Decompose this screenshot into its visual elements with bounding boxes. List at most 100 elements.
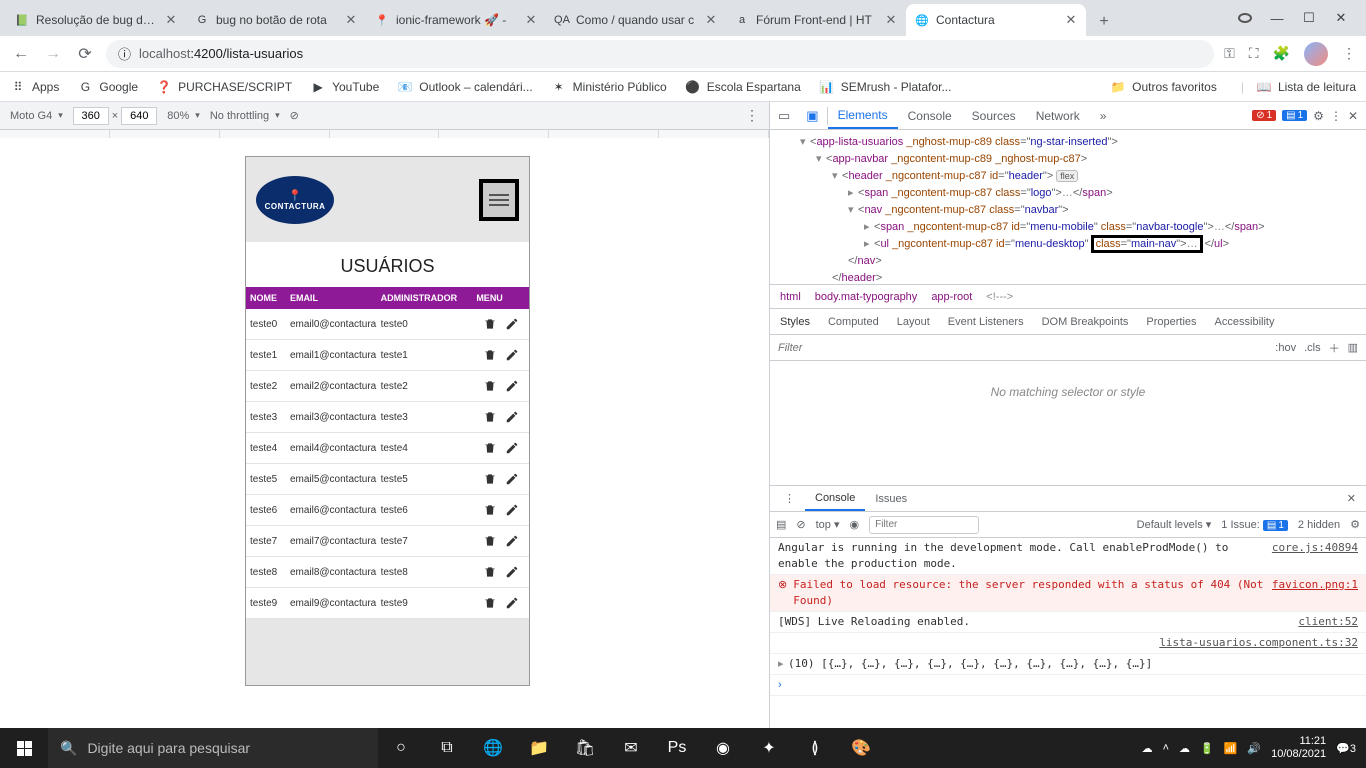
delete-icon[interactable]	[483, 565, 497, 579]
browser-tab[interactable]: Gbug no botão de rota✕	[186, 4, 366, 36]
more-tabs-icon[interactable]: »	[1090, 102, 1117, 129]
edit-icon[interactable]	[505, 317, 519, 331]
devtools-tab[interactable]: Network	[1026, 102, 1090, 129]
reading-list[interactable]: |📖Lista de leitura	[1235, 79, 1356, 95]
breadcrumb-item[interactable]: body.mat-typography	[815, 291, 918, 303]
close-window-icon[interactable]: ✕	[1334, 10, 1348, 26]
delete-icon[interactable]	[483, 410, 497, 424]
device-mode-icon[interactable]: ▣	[798, 102, 826, 129]
explorer-icon[interactable]: 📁	[516, 728, 562, 768]
sidebar-toggle-icon[interactable]: ▤	[776, 518, 786, 531]
settings-icon[interactable]: ⚙	[1313, 109, 1324, 123]
mail-icon[interactable]: ✉	[608, 728, 654, 768]
browser-tab[interactable]: 📍ionic-framework 🚀 - ✕	[366, 4, 546, 36]
console-body[interactable]: Angular is running in the development mo…	[770, 538, 1366, 728]
edit-icon[interactable]	[505, 596, 519, 610]
breadcrumb-item[interactable]: app-root	[931, 291, 972, 303]
context-select[interactable]: top ▾	[816, 518, 840, 531]
chrome-icon[interactable]: ◉	[700, 728, 746, 768]
delete-icon[interactable]	[483, 317, 497, 331]
panel-tab[interactable]: Event Listeners	[948, 316, 1024, 328]
issues-tab[interactable]: Issues	[865, 486, 917, 511]
delete-icon[interactable]	[483, 534, 497, 548]
tab-close-icon[interactable]: ✕	[1064, 13, 1078, 27]
drawer-more-icon[interactable]: ⋮	[774, 486, 805, 511]
device-height-input[interactable]	[121, 107, 157, 125]
panel-tab[interactable]: Computed	[828, 316, 879, 328]
console-source-link[interactable]: favicon.png:1	[1272, 577, 1358, 609]
computed-box-icon[interactable]: ▥	[1348, 341, 1358, 354]
browser-tab[interactable]: 📗Resolução de bug de n✕	[6, 4, 186, 36]
clear-console-icon[interactable]: ⊘	[796, 518, 805, 531]
delete-icon[interactable]	[483, 441, 497, 455]
minimize-icon[interactable]: —	[1270, 11, 1284, 26]
new-tab-button[interactable]: +	[1090, 8, 1118, 36]
bookmark-item[interactable]: 📊SEMrush - Platafor...	[819, 79, 952, 95]
wifi-icon[interactable]: 📶	[1224, 742, 1238, 755]
volume-icon[interactable]: 🔊	[1247, 742, 1261, 755]
console-source-link[interactable]: lista-usuarios.component.ts:32	[1159, 635, 1358, 651]
devtools-more-icon[interactable]: ⋮	[1330, 109, 1342, 123]
inspect-icon[interactable]: ▭	[770, 102, 798, 129]
maximize-icon[interactable]: ☐	[1302, 10, 1316, 26]
devtools-tab[interactable]: Elements	[828, 102, 898, 129]
bookmark-item[interactable]: ❓PURCHASE/SCRIPT	[156, 79, 292, 95]
live-expression-icon[interactable]: ◉	[850, 518, 860, 531]
start-button[interactable]	[0, 728, 48, 768]
zoom-select[interactable]: 80%	[167, 110, 200, 122]
other-bookmarks[interactable]: 📁Outros favoritos	[1110, 79, 1217, 95]
tab-close-icon[interactable]: ✕	[344, 13, 358, 27]
devtools-tab[interactable]: Sources	[962, 102, 1026, 129]
tab-close-icon[interactable]: ✕	[704, 13, 718, 27]
translate-icon[interactable]: ⛶	[1249, 45, 1259, 62]
bookmark-item[interactable]: ▶YouTube	[310, 79, 379, 95]
styles-filter-input[interactable]	[778, 342, 1267, 354]
tab-close-icon[interactable]: ✕	[524, 13, 538, 27]
error-badge[interactable]: ⊘ 1	[1252, 110, 1276, 121]
notification-icon[interactable]: 💬3	[1336, 742, 1356, 755]
add-rule-icon[interactable]: ＋	[1329, 340, 1340, 356]
log-levels-select[interactable]: Default levels ▾	[1137, 518, 1212, 531]
cortana-icon[interactable]: ○	[378, 728, 424, 768]
cls-toggle[interactable]: .cls	[1304, 342, 1321, 354]
delete-icon[interactable]	[483, 379, 497, 393]
console-tab[interactable]: Console	[805, 486, 865, 511]
clock[interactable]: 11:21 10/08/2021	[1271, 735, 1326, 761]
console-source-link[interactable]: client:52	[1298, 614, 1358, 630]
edit-icon[interactable]	[505, 534, 519, 548]
throttling-select[interactable]: No throttling	[210, 110, 280, 122]
panel-tab[interactable]: Accessibility	[1215, 316, 1275, 328]
device-more-icon[interactable]: ⋮	[745, 107, 759, 124]
delete-icon[interactable]	[483, 472, 497, 486]
forward-button[interactable]: →	[42, 43, 64, 65]
breadcrumb-item[interactable]: <!--->	[986, 291, 1013, 303]
console-source-link[interactable]: core.js:40894	[1272, 540, 1358, 572]
panel-tab[interactable]: DOM Breakpoints	[1042, 316, 1129, 328]
hov-toggle[interactable]: :hov	[1275, 342, 1296, 354]
no-signal-icon[interactable]: ⊘	[290, 109, 299, 122]
browser-tab[interactable]: 🌐Contactura✕	[906, 4, 1086, 36]
reload-button[interactable]: ⟳	[74, 43, 96, 65]
console-settings-icon[interactable]: ⚙	[1350, 518, 1360, 531]
extensions-icon[interactable]: 🧩	[1273, 45, 1290, 62]
bookmark-item[interactable]: GGoogle	[77, 79, 138, 95]
issues-link[interactable]: 1 Issue: ▤ 1	[1221, 519, 1288, 531]
bookmark-item[interactable]: ✶Ministério Público	[551, 79, 667, 95]
key-icon[interactable]: ⚿	[1224, 45, 1235, 62]
panel-tab[interactable]: Styles	[780, 316, 810, 328]
panel-tab[interactable]: Layout	[897, 316, 930, 328]
edit-icon[interactable]	[505, 348, 519, 362]
device-width-input[interactable]	[73, 107, 109, 125]
back-button[interactable]: ←	[10, 43, 32, 65]
onedrive-icon[interactable]: ☁	[1179, 742, 1190, 755]
omnibox[interactable]: ⓘ localhost:4200/lista-usuarios	[106, 40, 1214, 68]
devtools-tab[interactable]: Console	[898, 102, 962, 129]
browser-tab[interactable]: QAComo / quando usar c✕	[546, 4, 726, 36]
profile-avatar[interactable]	[1304, 42, 1328, 66]
app-icon[interactable]: ✦	[746, 728, 792, 768]
edit-icon[interactable]	[505, 441, 519, 455]
breadcrumb-item[interactable]: html	[780, 291, 801, 303]
menu-icon[interactable]: ⋮	[1342, 45, 1356, 62]
tab-close-icon[interactable]: ✕	[884, 13, 898, 27]
paint-icon[interactable]: 🎨	[838, 728, 884, 768]
